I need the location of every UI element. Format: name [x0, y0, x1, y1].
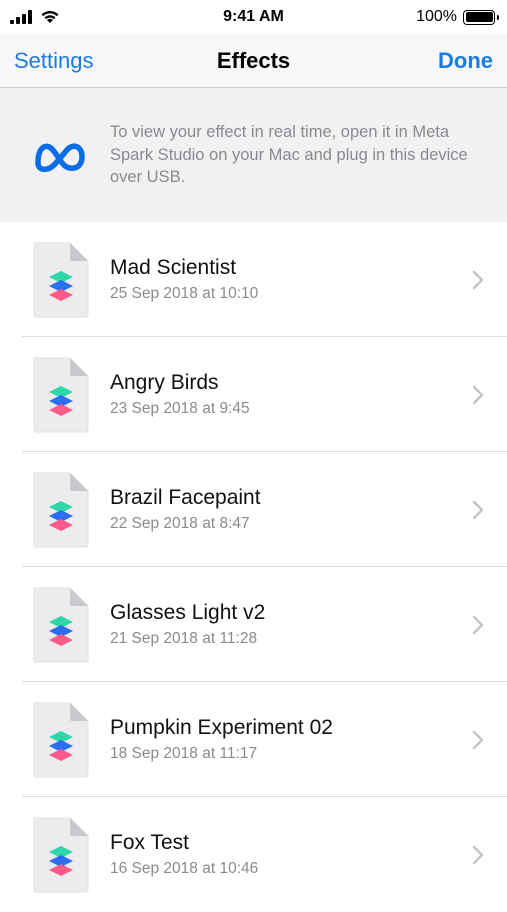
effect-date: 22 Sep 2018 at 8:47 — [110, 514, 250, 532]
info-banner: To view your effect in real time, open i… — [0, 88, 507, 222]
effect-date: 21 Sep 2018 at 11:28 — [110, 629, 258, 647]
effect-name: Angry Birds — [110, 370, 219, 394]
chevron-right-icon — [472, 270, 484, 289]
chevron-right-icon — [472, 845, 484, 864]
chevron-right-icon — [472, 730, 484, 749]
navigation-bar: Settings Effects Done — [0, 34, 507, 88]
spark-ar-file-icon — [33, 587, 89, 662]
effect-row[interactable]: Glasses Light v2 21 Sep 2018 at 11:28 — [0, 567, 507, 682]
battery-icon — [463, 9, 499, 25]
effect-date: 25 Sep 2018 at 10:10 — [110, 284, 259, 302]
settings-back-button[interactable]: Settings — [14, 48, 94, 74]
chevron-right-icon — [472, 385, 484, 404]
effect-row[interactable]: Angry Birds 23 Sep 2018 at 9:45 — [0, 337, 507, 452]
effect-text: Brazil Facepaint 22 Sep 2018 at 8:47 — [110, 485, 471, 535]
spark-ar-file-icon — [33, 242, 89, 317]
spark-ar-file-icon — [33, 357, 89, 432]
effect-date: 23 Sep 2018 at 9:45 — [110, 399, 250, 417]
effect-name: Brazil Facepaint — [110, 485, 261, 509]
effect-text: Fox Test 16 Sep 2018 at 10:46 — [110, 830, 471, 880]
chevron-right-icon — [472, 615, 484, 634]
effect-row[interactable]: Mad Scientist 25 Sep 2018 at 10:10 — [0, 222, 507, 337]
effect-row[interactable]: Pumpkin Experiment 02 18 Sep 2018 at 11:… — [0, 682, 507, 797]
effect-row[interactable]: Fox Test 16 Sep 2018 at 10:46 — [0, 797, 507, 912]
banner-text: To view your effect in real time, open i… — [110, 123, 468, 187]
effect-name: Fox Test — [110, 830, 189, 854]
effect-row[interactable]: Brazil Facepaint 22 Sep 2018 at 8:47 — [0, 452, 507, 567]
effect-date: 18 Sep 2018 at 11:17 — [110, 744, 258, 762]
meta-logo-icon — [35, 143, 85, 172]
effect-name: Mad Scientist — [110, 255, 237, 279]
spark-ar-file-icon — [33, 472, 89, 547]
status-time: 9:41 AM — [223, 8, 284, 25]
effect-text: Mad Scientist 25 Sep 2018 at 10:10 — [110, 255, 471, 305]
effect-text: Glasses Light v2 21 Sep 2018 at 11:28 — [110, 600, 471, 650]
effects-list: Mad Scientist 25 Sep 2018 at 10:10 Angry… — [0, 222, 507, 912]
effect-name: Glasses Light v2 — [110, 600, 266, 624]
spark-ar-file-icon — [33, 702, 89, 777]
chevron-right-icon — [472, 500, 484, 519]
status-bar: 9:41 AM 100% — [0, 0, 507, 34]
spark-ar-file-icon — [33, 817, 89, 892]
done-button[interactable]: Done — [438, 48, 493, 74]
effect-text: Angry Birds 23 Sep 2018 at 9:45 — [110, 370, 471, 420]
effect-text: Pumpkin Experiment 02 18 Sep 2018 at 11:… — [110, 715, 471, 765]
effect-date: 16 Sep 2018 at 10:46 — [110, 859, 259, 877]
effect-name: Pumpkin Experiment 02 — [110, 715, 333, 739]
